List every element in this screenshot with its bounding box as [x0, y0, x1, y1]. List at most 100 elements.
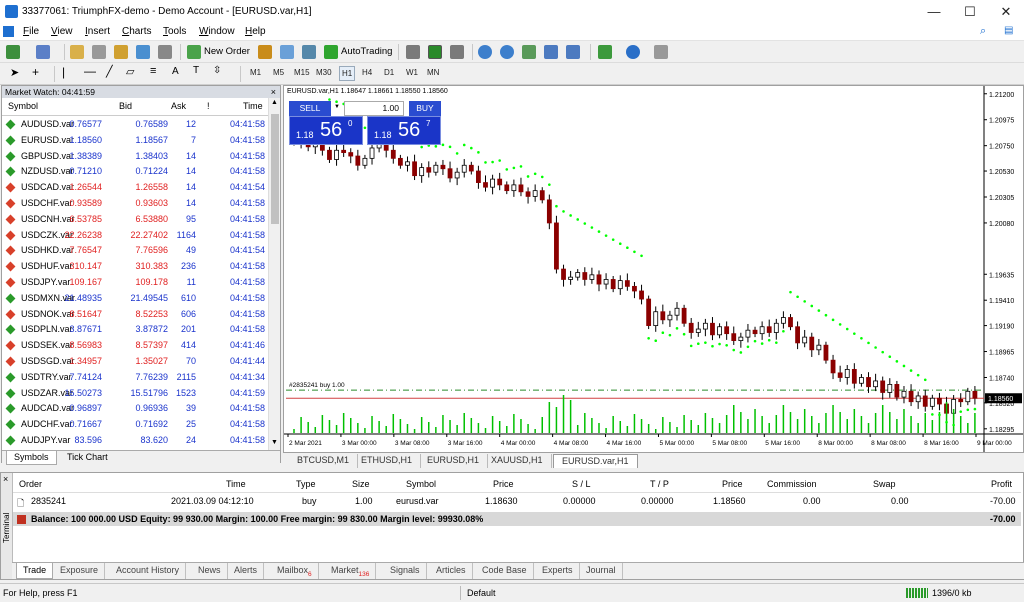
tf-m5[interactable]: M5	[273, 68, 284, 77]
sell-price-box[interactable]: 1.18 56 0	[289, 116, 363, 145]
data-window-icon[interactable]	[92, 45, 106, 59]
tf-m15[interactable]: M15	[294, 68, 310, 77]
vertical-line-icon[interactable]: |	[62, 65, 65, 79]
col-bid[interactable]: Bid	[119, 101, 132, 111]
tf-h1[interactable]: H1	[339, 66, 356, 81]
terminal-tab-account-history[interactable]: Account History	[110, 563, 187, 579]
terminal-tab-market[interactable]: Market136	[325, 563, 377, 579]
chart-tab-xauusd[interactable]: XAUUSD,H1	[483, 454, 552, 468]
zoom-in-icon[interactable]	[478, 45, 492, 59]
search-icon[interactable]: ⌕	[980, 25, 986, 38]
market-watch-row[interactable]: USDNOK.var 8.51647 8.52253 606 04:41:58	[2, 307, 268, 323]
terminal-tab-exposure[interactable]: Exposure	[54, 563, 106, 579]
market-watch-row[interactable]: AUDCAD.var 0.96897 0.96936 39 04:41:58	[2, 401, 268, 417]
market-watch-row[interactable]: USDSGD.var 1.34957 1.35027 70 04:41:44	[2, 354, 268, 370]
chart-tab-ethusd[interactable]: ETHUSD,H1	[353, 454, 422, 468]
autotrading-icon[interactable]	[324, 45, 338, 59]
market-watch-row[interactable]: AUDUSD.var 0.76577 0.76589 12 04:41:58	[2, 117, 268, 133]
market-watch-row[interactable]: GBPUSD.var 1.38389 1.38403 14 04:41:58	[2, 149, 268, 165]
terminal-tab-experts[interactable]: Experts	[536, 563, 580, 579]
maximize-button[interactable]: ☐	[952, 0, 988, 24]
tf-h4[interactable]: H4	[362, 68, 372, 77]
scroll-thumb[interactable]	[271, 114, 279, 224]
chart-window[interactable]: 1.21200 1.20975 1.20750 1.20530 1.20305 1.200…	[283, 85, 1024, 453]
zoom-out-icon[interactable]	[500, 45, 514, 59]
market-watch-row[interactable]: USDCAD.var 1.26544 1.26558 14 04:41:54	[2, 180, 268, 196]
col-swap[interactable]: Swap	[873, 479, 896, 489]
market-watch-row[interactable]: USDCZK.var 22.26238 22.27402 1164 04:41:58	[2, 228, 268, 244]
fibonacci-icon[interactable]: ≡	[150, 65, 156, 77]
market-watch-scrollbar[interactable]: ▲ ▼	[268, 98, 280, 450]
col-time[interactable]: Time	[226, 479, 246, 489]
col-price2[interactable]: Price	[722, 479, 743, 489]
menu-view[interactable]: View	[51, 26, 73, 37]
tf-w1[interactable]: W1	[406, 68, 418, 77]
col-profit[interactable]: Profit	[991, 479, 1012, 489]
market-watch-row[interactable]: AUDCHF.var 0.71667 0.71692 25 04:41:58	[2, 417, 268, 433]
signals-icon[interactable]	[280, 45, 294, 59]
terminal-tab-code-base[interactable]: Code Base	[476, 563, 534, 579]
tab-tick-chart[interactable]: Tick Chart	[60, 451, 115, 465]
new-chart-icon[interactable]	[6, 45, 20, 59]
market-watch-row[interactable]: USDJPY.var 109.167 109.178 11 04:41:58	[2, 275, 268, 291]
arrows-icon[interactable]: ⇳	[213, 65, 221, 76]
terminal-icon[interactable]	[136, 45, 150, 59]
menu-tools[interactable]: Tools	[163, 26, 186, 37]
menu-help[interactable]: Help	[245, 26, 266, 37]
market-watch-row[interactable]: USDHKD.var 7.76547 7.76596 49 04:41:54	[2, 243, 268, 259]
terminal-tab-news[interactable]: News	[192, 563, 228, 579]
scroll-down-icon[interactable]: ▼	[271, 439, 278, 446]
tab-symbols[interactable]: Symbols	[6, 451, 57, 465]
channel-icon[interactable]: ▱	[126, 65, 134, 78]
templates-icon[interactable]	[654, 45, 668, 59]
col-tp[interactable]: T / P	[650, 479, 669, 489]
autotrading-button[interactable]: AutoTrading	[341, 46, 392, 57]
chart-shift-icon[interactable]	[544, 45, 558, 59]
market-watch-row[interactable]: USDTRY.var 7.74124 7.76239 2115 04:41:34	[2, 370, 268, 386]
terminal-close-icon[interactable]: ×	[3, 474, 8, 484]
chart-tab-eurusd[interactable]: EURUSD,H1	[419, 454, 489, 468]
menu-file[interactable]: File	[23, 26, 39, 37]
lot-down-icon[interactable]: ▼	[334, 104, 340, 110]
buy-price-box[interactable]: 1.18 56 7	[367, 116, 441, 145]
col-type[interactable]: Type	[296, 479, 316, 489]
candlestick-icon[interactable]	[428, 45, 442, 59]
col-symbol[interactable]: Symbol	[8, 101, 38, 111]
tf-m30[interactable]: M30	[316, 68, 332, 77]
metaeditor-icon[interactable]	[258, 45, 272, 59]
trendline-icon[interactable]: ╱	[106, 65, 113, 78]
tf-m1[interactable]: M1	[250, 68, 261, 77]
profiles-icon[interactable]	[36, 45, 50, 59]
market-watch-row[interactable]: USDMXN.var 21.48935 21.49545 610 04:41:58	[2, 291, 268, 307]
col-ask[interactable]: Ask	[171, 101, 186, 111]
terminal-tab-journal[interactable]: Journal	[580, 563, 623, 579]
col-price[interactable]: Price	[493, 479, 514, 489]
crosshair-icon[interactable]: +	[32, 65, 39, 79]
indicators-icon[interactable]	[598, 45, 612, 59]
line-chart-icon[interactable]	[450, 45, 464, 59]
label-icon[interactable]: T	[193, 65, 199, 76]
terminal-tab-alerts[interactable]: Alerts	[228, 563, 265, 579]
market-watch-row[interactable]: USDZAR.var 15.50273 15.51796 1523 04:41:59	[2, 386, 268, 402]
col-time[interactable]: Time	[243, 101, 263, 111]
menu-window[interactable]: Window	[199, 26, 235, 37]
market-watch-close-icon[interactable]: ×	[271, 86, 276, 98]
close-button[interactable]: ✕	[988, 0, 1024, 24]
vps-icon[interactable]	[302, 45, 316, 59]
menu-charts[interactable]: Charts	[122, 26, 151, 37]
scroll-up-icon[interactable]: ▲	[271, 99, 278, 106]
autoscroll-icon[interactable]	[566, 45, 580, 59]
horizontal-line-icon[interactable]: —	[84, 64, 96, 78]
text-icon[interactable]: A	[172, 66, 179, 77]
market-watch-row[interactable]: NZDUSD.var 0.71210 0.71224 14 04:41:58	[2, 164, 268, 180]
col-symbol[interactable]: Symbol	[406, 479, 436, 489]
periods-icon[interactable]	[626, 45, 640, 59]
market-watch-row[interactable]: USDCHF.var 0.93589 0.93603 14 04:41:58	[2, 196, 268, 212]
market-watch-row[interactable]: USDSEK.var 8.56983 8.57397 414 04:41:46	[2, 338, 268, 354]
terminal-tab-trade[interactable]: Trade	[16, 563, 54, 579]
col-order[interactable]: Order	[19, 479, 42, 489]
market-watch-row[interactable]: USDPLN.var 3.87671 3.87872 201 04:41:58	[2, 322, 268, 338]
terminal-tab-signals[interactable]: Signals	[384, 563, 427, 579]
chart-tab-eurusd-var[interactable]: EURUSD.var,H1	[553, 454, 638, 468]
market-watch-row[interactable]: USDCNH.var 6.53785 6.53880 95 04:41:58	[2, 212, 268, 228]
